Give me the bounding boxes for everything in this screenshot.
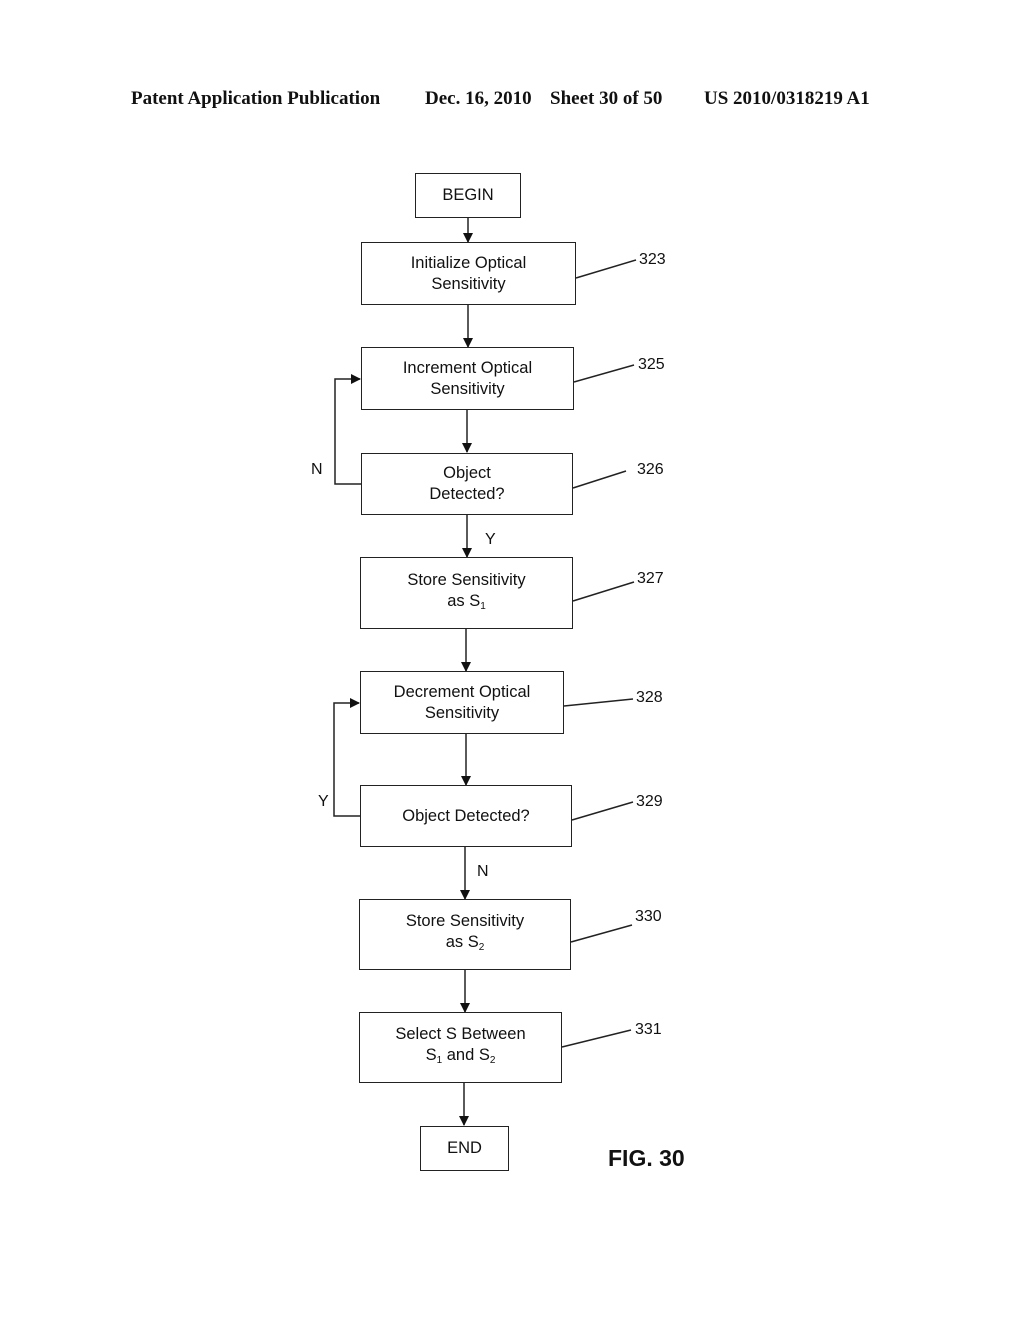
- decision-label: Object Detected?: [429, 464, 505, 503]
- ref-325: 325: [638, 356, 665, 373]
- decision-object-detected-1: Object Detected?: [361, 453, 573, 515]
- branch-label-no-326: N: [311, 461, 323, 478]
- begin-terminal: BEGIN: [415, 173, 521, 218]
- leader-329: [571, 801, 634, 821]
- s2-text: S: [478, 1046, 490, 1064]
- step-store-s2: Store Sensitivity as S2: [359, 899, 571, 970]
- step-label: Initialize Optical Sensitivity: [410, 253, 527, 293]
- end-terminal: END: [420, 1126, 509, 1171]
- figure-label: FIG. 30: [608, 1145, 685, 1171]
- ref-329: 329: [636, 793, 663, 810]
- leader-326: [572, 470, 627, 489]
- ref-327: 327: [637, 570, 664, 587]
- begin-label: BEGIN: [442, 186, 494, 204]
- ref-328: 328: [636, 689, 663, 706]
- leader-328: [563, 698, 634, 707]
- branch-label-yes-329: Y: [318, 793, 329, 810]
- ref-326: 326: [637, 461, 664, 478]
- branch-label-yes-326: Y: [485, 531, 496, 548]
- step-increment-sensitivity: Increment Optical Sensitivity: [361, 347, 574, 410]
- decision-object-detected-2: Object Detected?: [360, 785, 572, 847]
- subscript: 2: [489, 1055, 496, 1066]
- subscript: 2: [478, 942, 485, 953]
- step-label: Select S Between S1 and S2: [395, 1024, 525, 1071]
- step-label: Store Sensitivity as S2: [406, 911, 524, 958]
- leader-331: [561, 1029, 632, 1048]
- loop-329-to-328: [333, 698, 360, 817]
- leader-325: [573, 364, 635, 383]
- step-initialize-sensitivity: Initialize Optical Sensitivity: [361, 242, 576, 305]
- leader-330: [570, 924, 633, 943]
- decision-label: Object Detected?: [402, 806, 530, 825]
- s1-text: S: [425, 1046, 437, 1064]
- ref-330: 330: [635, 908, 662, 925]
- loop-326-to-325: [334, 374, 361, 485]
- step-text: Store Sensitivity as S: [407, 570, 526, 610]
- step-label: Increment Optical Sensitivity: [402, 358, 533, 398]
- subscript: 1: [480, 600, 486, 612]
- step-text: Store Sensitivity as S: [405, 912, 525, 951]
- leader-323: [575, 259, 637, 279]
- branch-label-no-329: N: [477, 863, 489, 880]
- ref-323: 323: [639, 251, 666, 268]
- step-select-s: Select S Between S1 and S2: [359, 1012, 562, 1083]
- step-label: Store Sensitivity as S1: [407, 570, 525, 617]
- step-label: Decrement Optical Sensitivity: [393, 682, 531, 722]
- end-label: END: [447, 1139, 482, 1157]
- step-decrement-sensitivity: Decrement Optical Sensitivity: [360, 671, 564, 734]
- step-text: Select S Between: [395, 1025, 526, 1043]
- ref-331: 331: [635, 1021, 662, 1038]
- leader-327: [572, 581, 635, 602]
- step-store-s1: Store Sensitivity as S1: [360, 557, 573, 629]
- and-text: and: [442, 1046, 479, 1064]
